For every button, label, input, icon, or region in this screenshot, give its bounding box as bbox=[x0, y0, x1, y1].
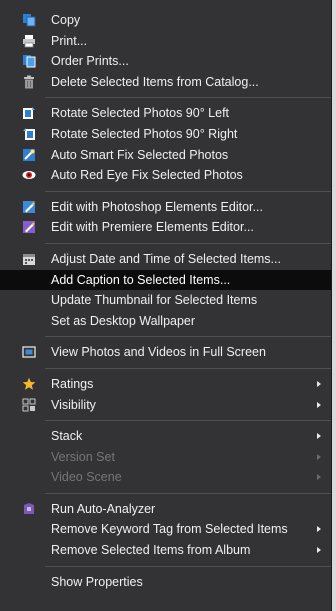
menu-separator bbox=[45, 190, 331, 192]
menu-item-label: Rotate Selected Photos 90° Left bbox=[51, 106, 230, 121]
menu-item-label: Set as Desktop Wallpaper bbox=[51, 313, 196, 328]
menu-item-label: Auto Red Eye Fix Selected Photos bbox=[51, 168, 243, 183]
context-menu: Copy Print... Order Prints... Delete Sel… bbox=[0, 0, 332, 611]
menu-item-add-caption[interactable]: Add Caption to Selected Items... bbox=[0, 269, 331, 291]
menu-item-remove-from-album[interactable]: Remove Selected Items from Album bbox=[0, 540, 331, 561]
menu-item-auto-smart-fix[interactable]: Auto Smart Fix Selected Photos bbox=[0, 145, 331, 166]
menu-item-delete-from-catalog[interactable]: Delete Selected Items from Catalog... bbox=[0, 72, 331, 93]
menu-item-label: Remove Selected Items from Album bbox=[51, 543, 251, 558]
printer-icon bbox=[22, 34, 36, 48]
photoshop-elements-icon bbox=[22, 200, 36, 214]
menu-item-label: Adjust Date and Time of Selected Items..… bbox=[51, 251, 281, 266]
red-eye-icon bbox=[22, 168, 36, 182]
rotate-right-icon bbox=[22, 127, 36, 141]
menu-separator bbox=[45, 97, 331, 99]
menu-separator bbox=[45, 492, 331, 494]
menu-item-label: Stack bbox=[51, 429, 83, 444]
submenu-arrow-icon bbox=[317, 474, 321, 481]
menu-item-label: Run Auto-Analyzer bbox=[51, 501, 156, 516]
rotate-left-icon bbox=[22, 106, 36, 120]
menu-item-adjust-date-time[interactable]: Adjust Date and Time of Selected Items..… bbox=[0, 249, 331, 270]
submenu-arrow-icon bbox=[317, 547, 321, 554]
menu-item-view-full-screen[interactable]: View Photos and Videos in Full Screen bbox=[0, 342, 331, 363]
trash-icon bbox=[22, 75, 36, 89]
submenu-arrow-icon bbox=[317, 526, 321, 533]
menu-item-video-scene: Video Scene bbox=[0, 467, 331, 488]
menu-item-rotate-right[interactable]: Rotate Selected Photos 90° Right bbox=[0, 124, 331, 145]
menu-item-label: Copy bbox=[51, 13, 81, 27]
menu-item-label: Add Caption to Selected Items... bbox=[51, 272, 231, 287]
submenu-arrow-icon bbox=[317, 380, 321, 387]
menu-item-version-set: Version Set bbox=[0, 447, 331, 468]
menu-item-label: Print... bbox=[51, 33, 88, 48]
menu-item-label: View Photos and Videos in Full Screen bbox=[51, 345, 266, 360]
menu-item-edit-photoshop-elements[interactable]: Edit with Photoshop Elements Editor... bbox=[0, 197, 331, 218]
menu-item-label: Rotate Selected Photos 90° Right bbox=[51, 126, 238, 141]
submenu-arrow-icon bbox=[317, 401, 321, 408]
menu-item-show-properties[interactable]: Show Properties bbox=[0, 572, 331, 593]
menu-separator bbox=[45, 367, 331, 369]
order-prints-icon bbox=[22, 54, 36, 68]
menu-item-label: Show Properties bbox=[51, 574, 143, 589]
menu-item-ratings[interactable]: Ratings bbox=[0, 374, 331, 395]
menu-item-label: Update Thumbnail for Selected Items bbox=[51, 293, 258, 308]
menu-separator bbox=[45, 420, 331, 422]
menu-item-label: Remove Keyword Tag from Selected Items bbox=[51, 522, 288, 537]
menu-item-print[interactable]: Print... bbox=[0, 31, 331, 52]
menu-item-edit-premiere-elements[interactable]: Edit with Premiere Elements Editor... bbox=[0, 217, 331, 238]
menu-item-label: Visibility bbox=[51, 397, 96, 412]
menu-item-label: Video Scene bbox=[51, 470, 122, 485]
menu-item-auto-red-eye-fix[interactable]: Auto Red Eye Fix Selected Photos bbox=[0, 165, 331, 186]
menu-item-label: Order Prints... bbox=[51, 54, 129, 69]
menu-separator bbox=[45, 336, 331, 338]
menu-item-rotate-left[interactable]: Rotate Selected Photos 90° Left bbox=[0, 103, 331, 124]
menu-item-order-prints[interactable]: Order Prints... bbox=[0, 51, 331, 72]
star-icon bbox=[22, 377, 36, 391]
full-screen-icon bbox=[22, 345, 36, 359]
calendar-icon bbox=[22, 252, 36, 266]
auto-analyzer-icon bbox=[22, 502, 36, 516]
menu-item-label: Edit with Premiere Elements Editor... bbox=[51, 220, 254, 235]
visibility-icon bbox=[22, 398, 36, 412]
menu-separator bbox=[45, 242, 331, 244]
menu-item-label: Ratings bbox=[51, 376, 94, 391]
menu-item-set-desktop-wallpaper[interactable]: Set as Desktop Wallpaper bbox=[0, 311, 331, 332]
submenu-arrow-icon bbox=[317, 433, 321, 440]
menu-item-stack[interactable]: Stack bbox=[0, 426, 331, 447]
menu-item-copy[interactable]: Copy bbox=[0, 10, 331, 31]
menu-item-label: Version Set bbox=[51, 449, 115, 464]
menu-separator bbox=[45, 565, 331, 567]
submenu-arrow-icon bbox=[317, 453, 321, 460]
menu-item-update-thumbnail[interactable]: Update Thumbnail for Selected Items bbox=[0, 290, 331, 311]
menu-item-visibility[interactable]: Visibility bbox=[0, 395, 331, 416]
menu-item-label: Auto Smart Fix Selected Photos bbox=[51, 147, 229, 162]
menu-item-label: Delete Selected Items from Catalog... bbox=[51, 74, 259, 89]
copy-icon bbox=[22, 13, 36, 27]
menu-item-run-auto-analyzer[interactable]: Run Auto-Analyzer bbox=[0, 499, 331, 520]
smart-fix-icon bbox=[22, 148, 36, 162]
premiere-elements-icon bbox=[22, 220, 36, 234]
menu-item-remove-keyword-tag[interactable]: Remove Keyword Tag from Selected Items bbox=[0, 519, 331, 540]
menu-item-label: Edit with Photoshop Elements Editor... bbox=[51, 199, 263, 214]
